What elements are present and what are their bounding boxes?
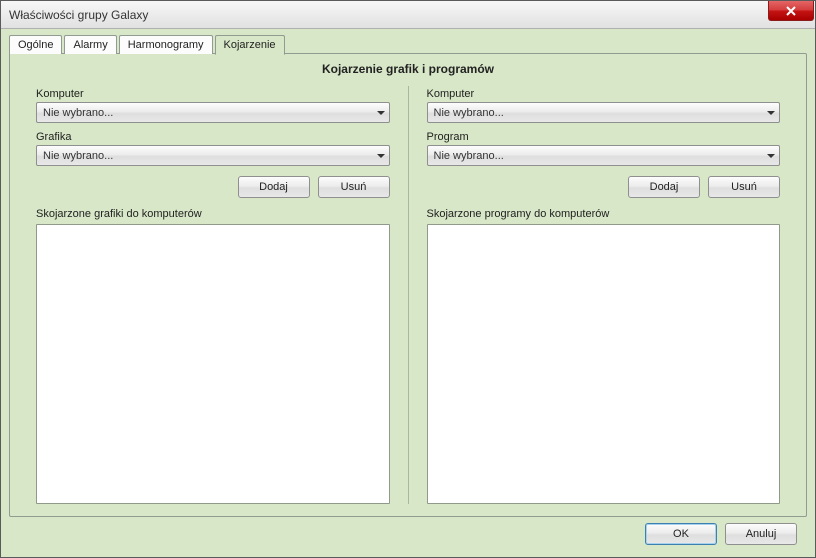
left-komputer-label: Komputer bbox=[36, 88, 390, 100]
right-komputer-label: Komputer bbox=[427, 88, 781, 100]
right-remove-button[interactable]: Usuń bbox=[708, 176, 780, 198]
close-icon bbox=[786, 6, 796, 16]
chevron-down-icon bbox=[767, 154, 775, 158]
left-column: Komputer Nie wybrano... Grafika Nie wybr… bbox=[22, 86, 404, 504]
combo-value: Nie wybrano... bbox=[434, 150, 504, 162]
tab-label: Ogólne bbox=[18, 39, 53, 51]
window-title: Właściwości grupy Galaxy bbox=[9, 8, 148, 22]
tab-label: Alarmy bbox=[73, 39, 107, 51]
right-list-label: Skojarzone programy do komputerów bbox=[427, 208, 781, 220]
panel-title: Kojarzenie grafik i programów bbox=[22, 62, 794, 76]
right-listbox[interactable] bbox=[427, 224, 781, 504]
chevron-down-icon bbox=[377, 154, 385, 158]
tab-panel-kojarzenie: Kojarzenie grafik i programów Komputer N… bbox=[9, 53, 807, 517]
left-remove-button[interactable]: Usuń bbox=[318, 176, 390, 198]
chevron-down-icon bbox=[377, 111, 385, 115]
client-area: Ogólne Alarmy Harmonogramy Kojarzenie Ko… bbox=[1, 29, 815, 557]
dialog-footer: OK Anuluj bbox=[9, 517, 807, 549]
tab-strip: Ogólne Alarmy Harmonogramy Kojarzenie bbox=[9, 35, 807, 54]
tab-harmonogramy[interactable]: Harmonogramy bbox=[119, 35, 213, 54]
right-program-combo[interactable]: Nie wybrano... bbox=[427, 145, 781, 166]
cancel-button[interactable]: Anuluj bbox=[725, 523, 797, 545]
dialog-window: Właściwości grupy Galaxy Ogólne Alarmy H… bbox=[0, 0, 816, 558]
left-listbox[interactable] bbox=[36, 224, 390, 504]
columns: Komputer Nie wybrano... Grafika Nie wybr… bbox=[22, 86, 794, 504]
tab-label: Kojarzenie bbox=[224, 39, 276, 51]
titlebar: Właściwości grupy Galaxy bbox=[1, 1, 815, 29]
left-button-row: Dodaj Usuń bbox=[36, 176, 390, 198]
right-komputer-combo[interactable]: Nie wybrano... bbox=[427, 102, 781, 123]
right-program-label: Program bbox=[427, 131, 781, 143]
left-komputer-combo[interactable]: Nie wybrano... bbox=[36, 102, 390, 123]
ok-button[interactable]: OK bbox=[645, 523, 717, 545]
left-grafika-combo[interactable]: Nie wybrano... bbox=[36, 145, 390, 166]
close-button[interactable] bbox=[768, 1, 814, 21]
left-grafika-label: Grafika bbox=[36, 131, 390, 143]
tab-label: Harmonogramy bbox=[128, 39, 204, 51]
tab-kojarzenie[interactable]: Kojarzenie bbox=[215, 35, 285, 55]
tab-alarmy[interactable]: Alarmy bbox=[64, 35, 116, 54]
left-list-label: Skojarzone grafiki do komputerów bbox=[36, 208, 390, 220]
right-column: Komputer Nie wybrano... Program Nie wybr… bbox=[413, 86, 795, 504]
left-add-button[interactable]: Dodaj bbox=[238, 176, 310, 198]
tab-ogolne[interactable]: Ogólne bbox=[9, 35, 62, 54]
combo-value: Nie wybrano... bbox=[43, 107, 113, 119]
right-add-button[interactable]: Dodaj bbox=[628, 176, 700, 198]
combo-value: Nie wybrano... bbox=[43, 150, 113, 162]
column-divider bbox=[408, 86, 409, 504]
right-button-row: Dodaj Usuń bbox=[427, 176, 781, 198]
combo-value: Nie wybrano... bbox=[434, 107, 504, 119]
chevron-down-icon bbox=[767, 111, 775, 115]
